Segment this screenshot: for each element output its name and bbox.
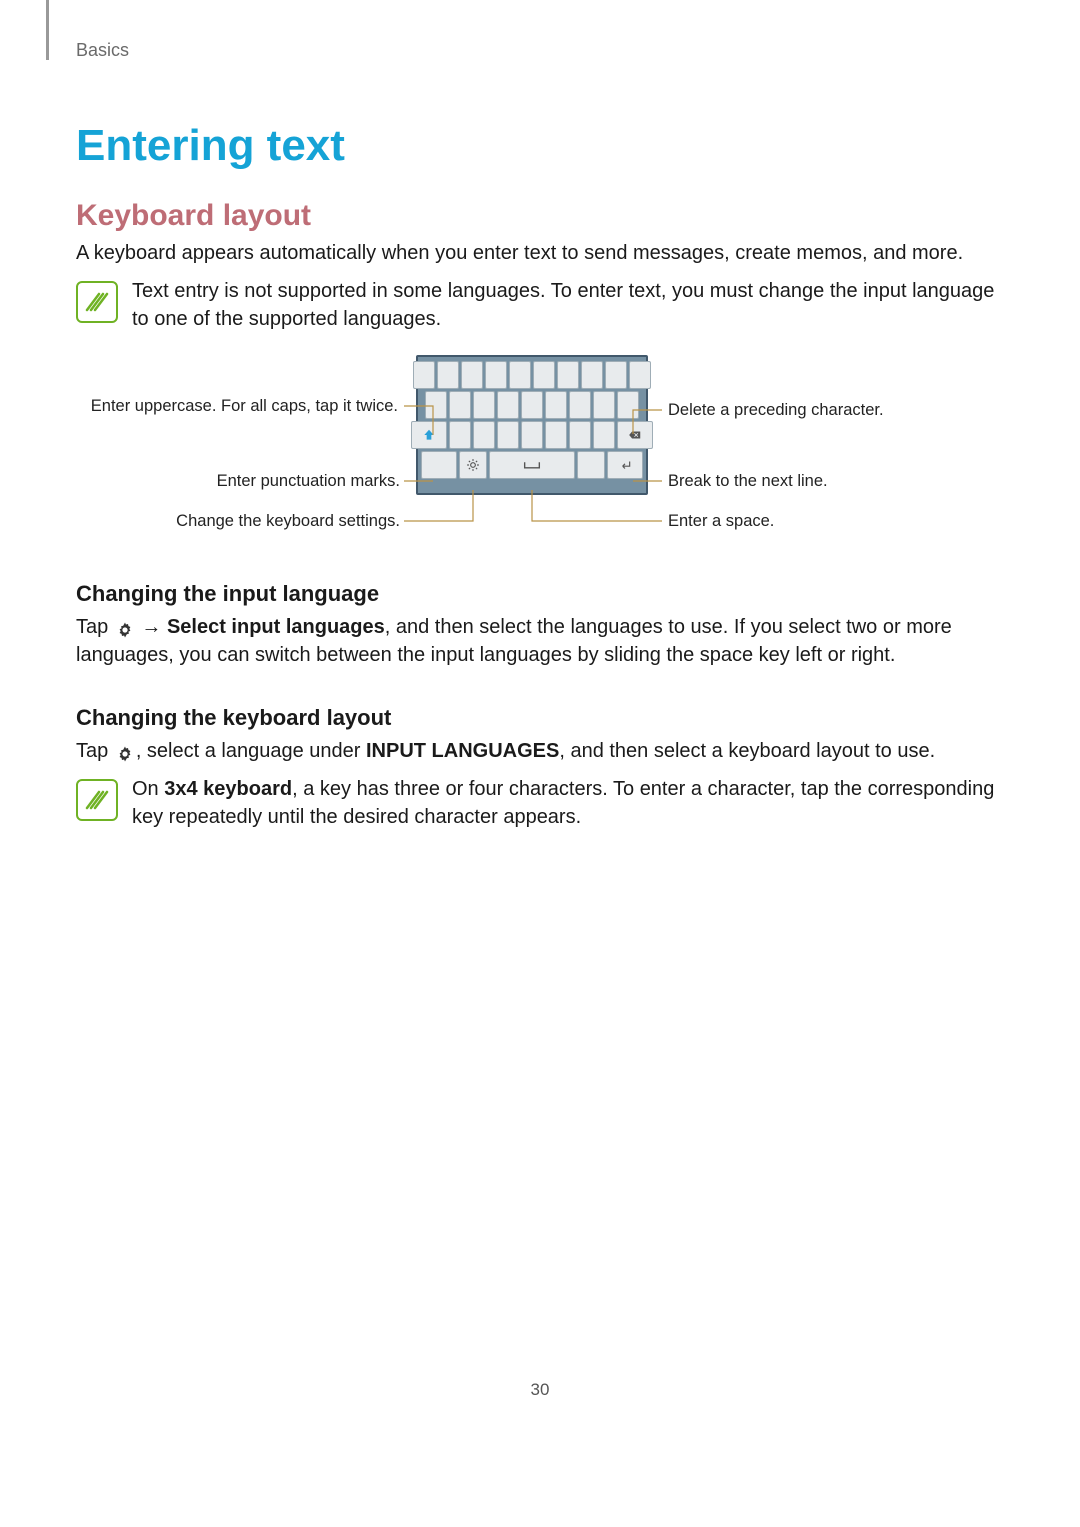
- text: Select input languages: [167, 616, 385, 638]
- keyboard-diagram: Enter uppercase. For all caps, tap it tw…: [78, 355, 978, 545]
- text: 3x4 keyboard: [164, 778, 292, 800]
- note-text: Text entry is not supported in some lang…: [132, 277, 1010, 333]
- leader-lines: [78, 355, 978, 545]
- section-label: Basics: [76, 40, 1010, 61]
- note-language-support: Text entry is not supported in some lang…: [76, 277, 1010, 333]
- paragraph-keyboard: A keyboard appears automatically when yo…: [76, 239, 1010, 267]
- note-icon: [76, 779, 118, 821]
- text: , select a language under: [136, 740, 366, 762]
- note-3x4-keyboard: On 3x4 keyboard, a key has three or four…: [76, 775, 1010, 831]
- text: Tap: [76, 616, 114, 638]
- page-number: 30: [0, 1380, 1080, 1400]
- paragraph-input-language: Tap → Select input languages, and then s…: [76, 613, 1010, 669]
- note-icon: [76, 281, 118, 323]
- note-text: On 3x4 keyboard, a key has three or four…: [132, 775, 1010, 831]
- text: On: [132, 778, 164, 800]
- gear-icon: [116, 619, 134, 637]
- text: →: [136, 616, 167, 638]
- text: Tap: [76, 740, 114, 762]
- header-rule: [46, 0, 49, 60]
- text: INPUT LANGUAGES: [366, 740, 559, 762]
- heading-keyboard-layout-change: Changing the keyboard layout: [76, 705, 1010, 731]
- paragraph-keyboard-layout: Tap , select a language under INPUT LANG…: [76, 737, 1010, 765]
- heading-keyboard-layout: Keyboard layout: [76, 199, 1010, 233]
- gear-icon: [116, 743, 134, 761]
- heading-input-language: Changing the input language: [76, 581, 1010, 607]
- page-title: Entering text: [76, 121, 1010, 171]
- text: , and then select a keyboard layout to u…: [559, 740, 935, 762]
